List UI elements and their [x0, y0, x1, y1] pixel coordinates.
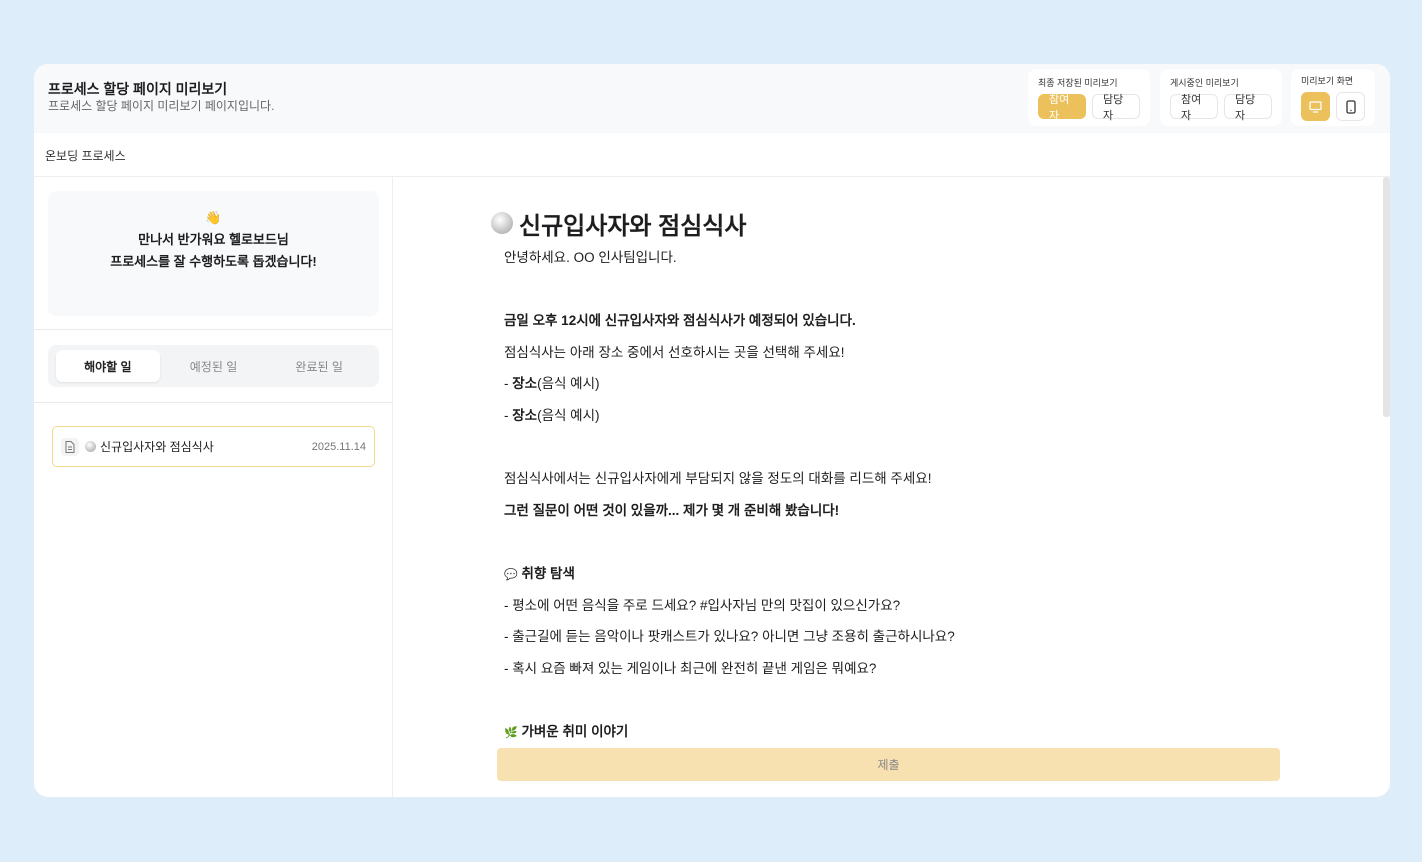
rice-bowl-icon [85, 441, 96, 452]
choose-text: 점심식사는 아래 장소 중에서 선호하시는 곳을 선택해 주세요! [504, 344, 845, 360]
task-date: 2025.11.14 [311, 440, 366, 453]
header: 프로세스 할당 페이지 미리보기 프로세스 할당 페이지 미리보기 페이지입니다… [34, 64, 1390, 133]
lead-text: 점심식사에서는 신규입사자에게 부담되지 않을 정도의 대화를 리드해 주세요! [504, 471, 932, 487]
saved-manager-button[interactable]: 담당자 [1092, 94, 1140, 122]
task-list-item[interactable]: 신규입사자와 점심식사 2025.11.14 [52, 426, 375, 467]
question-item: - 혹시 요즘 빠져 있는 게임이나 최근에 완전히 끝낸 게임은 뭐예요? [504, 660, 877, 676]
published-preview-group: 게시중인 미리보기 참여자 담당자 [1160, 69, 1282, 126]
place-item: - 장소(음식 예시) [504, 376, 600, 392]
place-item: - 장소(음식 예시) [504, 407, 600, 423]
content-area: 신규입사자와 점심식사 안녕하세요. OO 인사팀입니다. 금일 오후 12시에… [394, 177, 1390, 797]
announce-text: 금일 오후 12시에 신규입사자와 점심식사가 예정되어 있습니다. [504, 313, 856, 329]
breadcrumb[interactable]: 온보딩 프로세스 [34, 133, 1390, 177]
published-manager-button[interactable]: 담당자 [1224, 94, 1272, 122]
content-body: 신규입사자와 점심식사 안녕하세요. OO 인사팀입니다. 금일 오후 12시에… [491, 204, 1297, 748]
mobile-view-button[interactable] [1336, 92, 1365, 121]
welcome-line-2: 프로세스를 잘 수행하도록 돕겠습니다! [110, 254, 317, 269]
section-heading: 💬 취향 탐색 [504, 565, 575, 581]
question-item: - 출근길에 듣는 음악이나 팟캐스트가 있나요? 아니면 그냥 조용히 출근하… [504, 629, 955, 645]
published-preview-label: 게시중인 미리보기 [1170, 78, 1239, 88]
herb-icon: 🌿 [504, 726, 518, 739]
monitor-icon [1309, 100, 1322, 113]
preview-screen-group: 미리보기 화면 [1291, 69, 1375, 126]
document-icon [61, 437, 79, 456]
tab-completed[interactable]: 완료된 일 [267, 350, 371, 382]
rice-bowl-icon [491, 212, 513, 234]
section-heading: 🌿 가벼운 취미 이야기 [504, 723, 629, 739]
published-participant-button[interactable]: 참여자 [1170, 94, 1218, 122]
welcome-line-1: 만나서 반가워요 헬로보드님 [138, 232, 289, 247]
saved-preview-group: 최종 저장된 미리보기 참여자 담당자 [1028, 69, 1150, 126]
tab-scheduled[interactable]: 예정된 일 [162, 350, 266, 382]
task-tabs: 해야할 일 예정된 일 완료된 일 [48, 345, 379, 387]
tab-todo[interactable]: 해야할 일 [56, 350, 160, 382]
speech-bubble-icon: 💬 [504, 568, 518, 581]
prepared-text: 그런 질문이 어떤 것이 있을까... 제가 몇 개 준비해 봤습니다! [504, 502, 840, 518]
mobile-icon [1345, 99, 1356, 114]
welcome-panel: 👋 만나서 반가워요 헬로보드님 프로세스를 잘 수행하도록 돕겠습니다! [48, 191, 379, 316]
greeting-text: 안녕하세요. OO 인사팀입니다. [504, 250, 677, 265]
submit-button[interactable]: 제출 [497, 748, 1280, 781]
saved-participant-button[interactable]: 참여자 [1038, 94, 1086, 122]
preview-screen-label: 미리보기 화면 [1301, 76, 1354, 86]
content-title: 신규입사자와 점심식사 [519, 212, 747, 240]
sidebar: 👋 만나서 반가워요 헬로보드님 프로세스를 잘 수행하도록 돕겠습니다! 해야… [34, 177, 393, 797]
task-title: 신규입사자와 점심식사 [100, 440, 214, 454]
question-item: - 평소에 어떤 음식을 주로 드세요? #입사자님 만의 맛집이 있으신가요? [504, 597, 901, 613]
scrollbar[interactable] [1383, 177, 1390, 417]
wave-icon: 👋 [205, 210, 222, 225]
preview-card: 프로세스 할당 페이지 미리보기 프로세스 할당 페이지 미리보기 페이지입니다… [34, 64, 1390, 797]
saved-preview-label: 최종 저장된 미리보기 [1038, 78, 1118, 88]
desktop-view-button[interactable] [1301, 92, 1330, 121]
page-title: 프로세스 할당 페이지 미리보기 [48, 81, 228, 97]
page-subtitle: 프로세스 할당 페이지 미리보기 페이지입니다. [48, 99, 275, 113]
divider [34, 329, 392, 330]
divider [34, 402, 392, 403]
